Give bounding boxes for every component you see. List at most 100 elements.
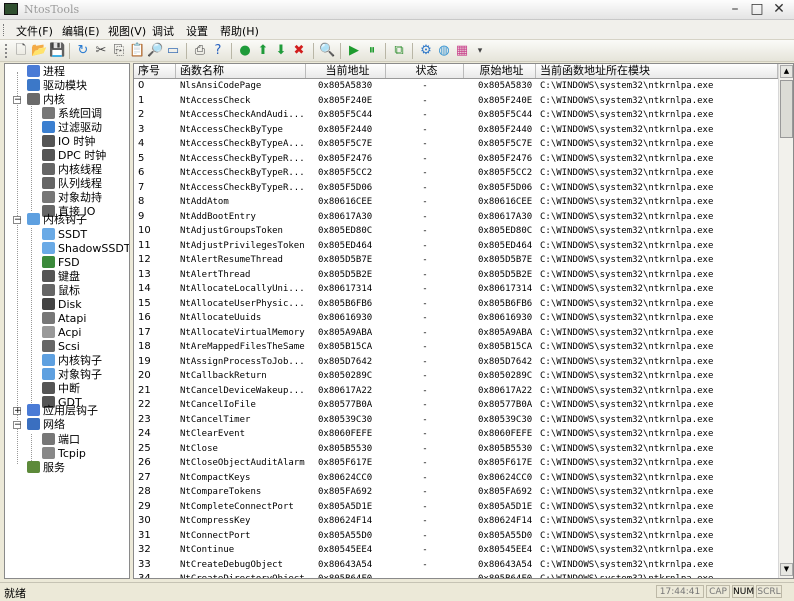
table-row[interactable]: 12 NtAlertResumeThread 0x805D5B7E - 0x805D5B… [134,253,778,268]
help-icon[interactable]: ? [210,43,226,59]
tree-item-ports[interactable]: 端口 [42,433,80,447]
table-row[interactable]: 10 NtAdjustGroupsToken 0x805ED80C - 0x805ED8… [134,224,778,239]
find-icon[interactable]: 🔎 [147,43,163,59]
column-header-current-address[interactable]: 当前地址 [306,64,386,78]
kernel-expander[interactable]: − [13,96,22,105]
settings-icon[interactable]: ⚙ [418,43,434,59]
more-icon[interactable]: ▾ [472,43,488,59]
palette-icon[interactable]: ▦ [454,43,470,59]
menu-debug[interactable]: 调试 [152,23,174,39]
tree-item-services[interactable]: 服务 [27,461,65,475]
table-row[interactable]: 17 NtAllocateVirtualMemory 0x805A9ABA - 0x80… [134,326,778,341]
table-row[interactable]: 6 NtAccessCheckByTypeR... 0x805F5CC2 - 0x805… [134,166,778,181]
tree-item-disk[interactable]: Disk [42,298,82,312]
tree-item-kernel-hooks-sub[interactable]: 内核钩子 [42,354,102,368]
tree-item-process[interactable]: 进程 [27,65,65,79]
tree-item-dpc-timer[interactable]: DPC 时钟 [42,149,106,163]
table-row[interactable]: 21 NtCancelDeviceWakeup... 0x80617A22 - 0x80… [134,384,778,399]
cut-icon[interactable]: ✂ [93,43,109,59]
menu-settings[interactable]: 设置 [186,23,208,39]
tree-item-io-timer[interactable]: IO 时钟 [42,135,95,149]
table-row[interactable]: 31 NtConnectPort 0x805A55D0 - 0x805A55D0 C:\W… [134,529,778,544]
paste-icon[interactable]: 📋 [129,43,145,59]
play-icon[interactable]: ▶ [346,43,362,59]
table-row[interactable]: 1 NtAccessCheck 0x805F240E - 0x805F240E C:\WI… [134,94,778,109]
table-row[interactable]: 11 NtAdjustPrivilegesToken 0x805ED464 - 0x80… [134,239,778,254]
menu-view[interactable]: 视图(V) [108,23,146,39]
tree-item-kernel[interactable]: 内核 [27,93,65,107]
column-header-function-name[interactable]: 函数名称 [176,64,306,78]
print-icon[interactable]: ⎙ [192,43,208,59]
table-row[interactable]: 29 NtCompleteConnectPort 0x805A5D1E - 0x805A… [134,500,778,515]
tree-item-filter-drivers[interactable]: 过滤驱动 [42,121,102,135]
tree-item-object-hooks[interactable]: 对象钩子 [42,368,102,382]
menu-help[interactable]: 帮助(H) [220,23,259,39]
down-arrow-icon[interactable]: ⬇ [273,43,289,59]
table-row[interactable]: 33 NtCreateDebugObject 0x80643A54 - 0x80643A… [134,558,778,573]
minimize-button[interactable]: – [724,1,746,18]
tree-item-keyboard[interactable]: 键盘 [42,270,80,284]
table-row[interactable]: 16 NtAllocateUuids 0x80616930 - 0x80616930 C:… [134,311,778,326]
maximize-button[interactable]: □ [746,1,768,18]
scroll-down-button[interactable]: ▼ [780,563,793,576]
table-row[interactable]: 28 NtCompareTokens 0x805FA692 - 0x805FA692 C:… [134,485,778,500]
table-row[interactable]: 26 NtCloseObjectAuditAlarm 0x805F617E - 0x80… [134,456,778,471]
table-row[interactable]: 9 NtAddBootEntry 0x80617A30 - 0x80617A30 C:\W… [134,210,778,225]
table-row[interactable]: 20 NtCallbackReturn 0x8050289C - 0x8050289C C… [134,369,778,384]
table-row[interactable]: 32 NtContinue 0x80545EE4 - 0x80545EE4 C:\WIND… [134,543,778,558]
table-row[interactable]: 19 NtAssignProcessToJob... 0x805D7642 - 0x80… [134,355,778,370]
table-row[interactable]: 14 NtAllocateLocallyUni... 0x80617314 - 0x80… [134,282,778,297]
copy-icon[interactable]: ⎘ [111,43,127,59]
table-row[interactable]: 18 NtAreMappedFilesTheSame 0x805B15CA - 0x80… [134,340,778,355]
tree-item-system-callbacks[interactable]: 系统回调 [42,107,102,121]
tree-item-tcpip[interactable]: Tcpip [42,447,86,461]
app-hooks-expander[interactable]: + [13,407,22,416]
table-row[interactable]: 22 NtCancelIoFile 0x80577B0A - 0x80577B0A C:\… [134,398,778,413]
up-arrow-icon[interactable]: ⬆ [255,43,271,59]
tree-item-interrupts[interactable]: 中断 [42,382,80,396]
window-icon[interactable]: ▭ [165,43,181,59]
tree-item-mouse[interactable]: 鼠标 [42,284,80,298]
save-icon[interactable]: 💾 [49,43,65,59]
go-icon[interactable]: ● [237,43,253,59]
kernel-hooks-expander[interactable]: − [13,216,22,225]
tree-item-driver-modules[interactable]: 驱动模块 [27,79,87,93]
tree-item-queue-threads[interactable]: 队列线程 [42,177,102,191]
table-row[interactable]: 15 NtAllocateUserPhysic... 0x805B6FB6 - 0x80… [134,297,778,312]
new-file-icon[interactable]: 🗋 [13,43,29,59]
refresh-icon[interactable]: ↻ [75,43,91,59]
table-row[interactable]: 34 NtCreateDirectoryObject 0x805B64F0 - 0x80… [134,572,778,578]
table-row[interactable]: 4 NtAccessCheckByTypeA... 0x805F5C7E - 0x805… [134,137,778,152]
table-row[interactable]: 13 NtAlertThread 0x805D5B2E - 0x805D5B2E C:\W… [134,268,778,283]
pause-icon[interactable]: ⏸ [364,43,380,59]
tree-item-acpi[interactable]: Acpi [42,326,81,340]
table-row[interactable]: 23 NtCancelTimer 0x80539C30 - 0x80539C30 C:\W… [134,413,778,428]
menu-edit[interactable]: 编辑(E) [62,23,100,39]
tree-item-shadow-ssdt[interactable]: ShadowSSDT [42,242,129,256]
tree-item-app-hooks[interactable]: 应用层钩子 [27,404,98,418]
tree-item-kernel-threads[interactable]: 内核线程 [42,163,102,177]
table-row[interactable]: 8 NtAddAtom 0x80616CEE - 0x80616CEE C:\WINDOW… [134,195,778,210]
close-button[interactable]: ✕ [768,1,790,18]
sidebar-tree[interactable]: − − + − 进程 驱动模块 内核 系统回调 过滤驱动 IO 时钟 DPC 时… [4,63,130,579]
column-header-index[interactable]: 序号 [134,64,176,78]
table-row[interactable]: 0 NlsAnsiCodePage 0x805A5830 - 0x805A5830 C:\… [134,79,778,94]
tree-item-network[interactable]: 网络 [27,418,65,432]
table-row[interactable]: 30 NtCompressKey 0x80624F14 - 0x80624F14 C:\W… [134,514,778,529]
table-row[interactable]: 5 NtAccessCheckByTypeR... 0x805F2476 - 0x805… [134,152,778,167]
tree-item-ssdt[interactable]: SSDT [42,228,87,242]
tree-item-fsd[interactable]: FSD [42,256,80,270]
menu-file[interactable]: 文件(F) [16,23,53,39]
table-row[interactable]: 25 NtClose 0x805B5530 - 0x805B5530 C:\WINDOWS… [134,442,778,457]
network-icon[interactable]: ⧉ [391,43,407,59]
scroll-up-button[interactable]: ▲ [780,65,793,78]
globe-icon[interactable]: ◍ [436,43,452,59]
scroll-thumb[interactable] [780,80,793,138]
column-header-module[interactable]: 当前函数地址所在模块 [536,64,778,78]
tree-item-atapi[interactable]: Atapi [42,312,86,326]
tree-item-kernel-hooks[interactable]: 内核钩子 [27,213,87,227]
delete-icon[interactable]: ✖ [291,43,307,59]
search-icon[interactable]: 🔍 [319,43,335,59]
table-row[interactable]: 2 NtAccessCheckAndAudi... 0x805F5C44 - 0x805… [134,108,778,123]
open-folder-icon[interactable]: 📂 [31,43,47,59]
